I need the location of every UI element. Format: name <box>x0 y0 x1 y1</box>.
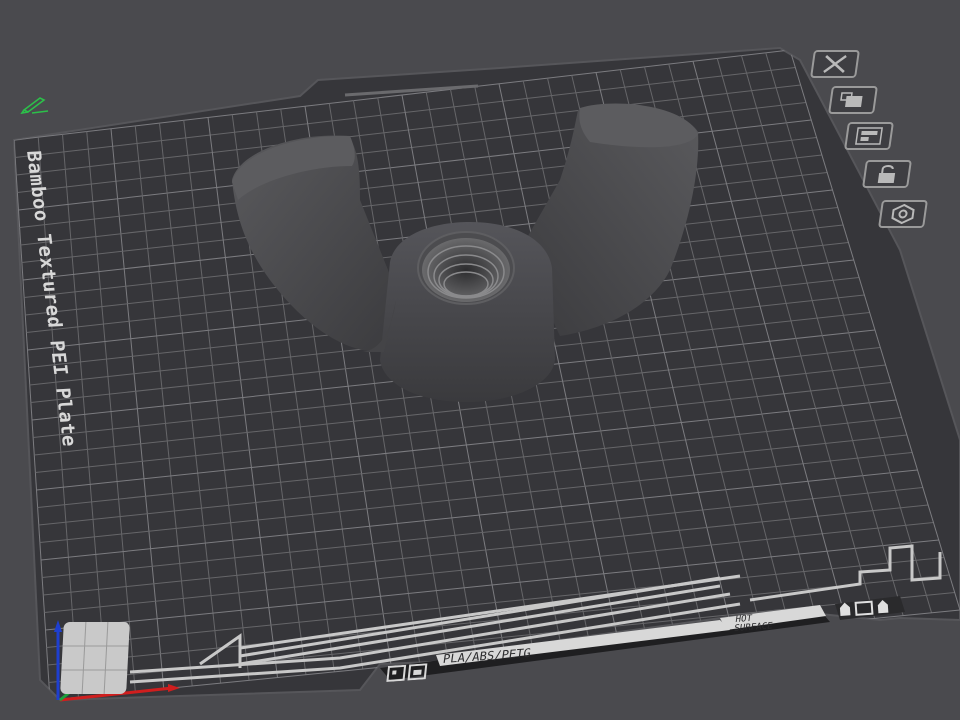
corner-grid-inset <box>60 622 130 694</box>
close-plate-button[interactable] <box>810 50 860 78</box>
auto-orient-button[interactable] <box>844 122 894 150</box>
plate-type-icons <box>386 663 428 682</box>
pencil-icon[interactable] <box>20 94 50 114</box>
plate-settings-icon <box>891 203 915 225</box>
build-plate-scene[interactable] <box>0 0 960 720</box>
corner-grid-icon <box>61 622 129 694</box>
lock-plate-icon <box>877 165 896 183</box>
auto-orient-icon <box>855 127 883 145</box>
arrange-plate-button[interactable] <box>828 86 878 114</box>
close-plate-icon <box>823 55 847 73</box>
arrange-plate-icon <box>840 92 863 107</box>
hot-surface-label: HOT SURFACE <box>733 613 774 634</box>
plate-settings-button[interactable] <box>878 200 928 228</box>
lock-plate-button[interactable] <box>862 160 912 188</box>
3d-viewport[interactable]: Bamboo Textured PEI Plate PLA/ABS/PETG H… <box>0 0 960 720</box>
strip-icons <box>386 663 431 686</box>
